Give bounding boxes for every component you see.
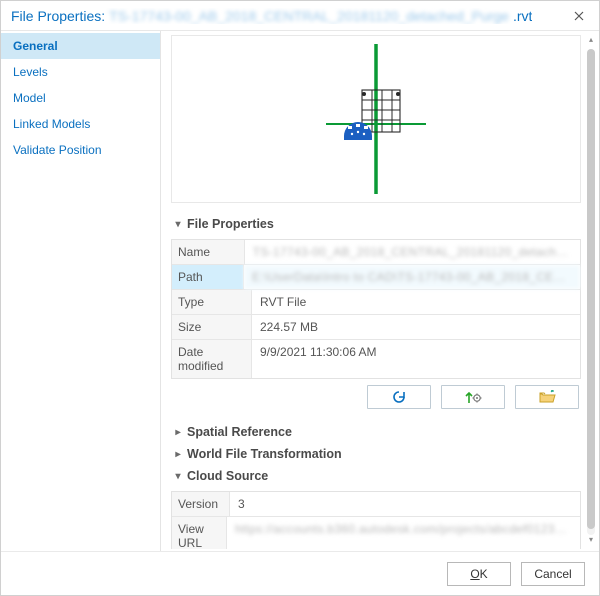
- sidebar-item-model[interactable]: Model: [1, 85, 160, 111]
- prop-label-size: Size: [172, 315, 252, 339]
- ok-button[interactable]: OK: [447, 562, 511, 586]
- prop-label-version: Version: [172, 492, 230, 516]
- title-label: File Properties:: [11, 8, 105, 24]
- cancel-label: Cancel: [534, 567, 571, 581]
- file-properties-table: Name TS-17743-00_AB_2018_CENTRAL_2018112…: [171, 239, 581, 379]
- chevron-right-icon: ▸: [173, 449, 183, 460]
- sidebar-item-validate-position[interactable]: Validate Position: [1, 137, 160, 163]
- sidebar-item-label: Validate Position: [13, 143, 102, 157]
- table-row: Size 224.57 MB: [172, 314, 580, 339]
- section-header-spatial-reference[interactable]: ▸ Spatial Reference: [171, 421, 581, 443]
- open-folder-button[interactable]: [515, 385, 579, 409]
- sidebar-item-linked-models[interactable]: Linked Models: [1, 111, 160, 137]
- section-header-world-file[interactable]: ▸ World File Transformation: [171, 443, 581, 465]
- preview-icon: [306, 44, 446, 194]
- sidebar-item-general[interactable]: General: [1, 33, 160, 59]
- section-header-cloud-source[interactable]: ▾ Cloud Source: [171, 465, 581, 487]
- table-row: Name TS-17743-00_AB_2018_CENTRAL_2018112…: [172, 240, 580, 264]
- model-preview: [171, 35, 581, 203]
- cancel-button[interactable]: Cancel: [521, 562, 585, 586]
- chevron-down-icon: ▾: [173, 219, 183, 230]
- prop-value-viewurl[interactable]: https://accounts.b360.autodesk.com/proje…: [227, 517, 580, 549]
- prop-label-type: Type: [172, 290, 252, 314]
- prop-label-date: Date modified: [172, 340, 252, 378]
- section-title: File Properties: [187, 217, 274, 231]
- chevron-right-icon: ▸: [173, 427, 183, 438]
- prop-label-name: Name: [172, 240, 245, 264]
- table-row: Date modified 9/9/2021 11:30:06 AM: [172, 339, 580, 378]
- sidebar-item-label: General: [13, 39, 58, 53]
- sidebar-item-label: Levels: [13, 65, 48, 79]
- content-area: ▾ File Properties Name TS-17743-00_AB_20…: [161, 31, 599, 551]
- prop-value-size[interactable]: 224.57 MB: [252, 315, 580, 339]
- section-header-file-properties[interactable]: ▾ File Properties: [171, 213, 581, 235]
- prop-value-path[interactable]: E:\UserData\Intro to CAD\TS-17743-00_AB_…: [244, 265, 580, 289]
- vertical-scrollbar[interactable]: ▴ ▾: [585, 35, 597, 549]
- close-button[interactable]: [567, 4, 591, 28]
- scroll-down-arrow-icon[interactable]: ▾: [585, 535, 597, 549]
- titlebar: File Properties: TS-17743-00_AB_2018_CEN…: [1, 1, 599, 31]
- dialog-footer: OK Cancel: [1, 551, 599, 595]
- section-title: World File Transformation: [187, 447, 342, 461]
- sidebar: General Levels Model Linked Models Valid…: [1, 31, 161, 551]
- table-row: Type RVT File: [172, 289, 580, 314]
- sidebar-item-label: Linked Models: [13, 117, 90, 131]
- section-title: Cloud Source: [187, 469, 268, 483]
- prop-value-name[interactable]: TS-17743-00_AB_2018_CENTRAL_20181120_det…: [245, 240, 580, 264]
- sidebar-item-label: Model: [13, 91, 46, 105]
- refresh-button[interactable]: [367, 385, 431, 409]
- prop-value-date[interactable]: 9/9/2021 11:30:06 AM: [252, 340, 580, 378]
- refresh-icon: [390, 389, 408, 405]
- prop-label-viewurl: View URL: [172, 517, 227, 549]
- sidebar-item-levels[interactable]: Levels: [1, 59, 160, 85]
- file-properties-button-row: [171, 385, 579, 409]
- table-row: View URL https://accounts.b360.autodesk.…: [172, 516, 580, 549]
- prop-value-type[interactable]: RVT File: [252, 290, 580, 314]
- table-row: Version 3: [172, 492, 580, 516]
- gear-up-icon: [463, 389, 483, 405]
- prop-label-path: Path: [172, 265, 244, 289]
- title-filename: TS-17743-00_AB_2018_CENTRAL_20181120_det…: [109, 8, 509, 24]
- folder-open-icon: [538, 390, 556, 404]
- close-icon: [574, 11, 584, 21]
- section-title: Spatial Reference: [187, 425, 292, 439]
- scroll-up-arrow-icon[interactable]: ▴: [585, 35, 597, 49]
- georeference-button[interactable]: [441, 385, 505, 409]
- table-row: Path E:\UserData\Intro to CAD\TS-17743-0…: [172, 264, 580, 289]
- title-extension: .rvt: [513, 8, 532, 24]
- dialog-body: General Levels Model Linked Models Valid…: [1, 31, 599, 551]
- prop-value-version[interactable]: 3: [230, 492, 580, 516]
- file-properties-dialog: File Properties: TS-17743-00_AB_2018_CEN…: [0, 0, 600, 596]
- cloud-source-table: Version 3 View URL https://accounts.b360…: [171, 491, 581, 549]
- chevron-down-icon: ▾: [173, 471, 183, 482]
- scroll-thumb[interactable]: [587, 49, 595, 529]
